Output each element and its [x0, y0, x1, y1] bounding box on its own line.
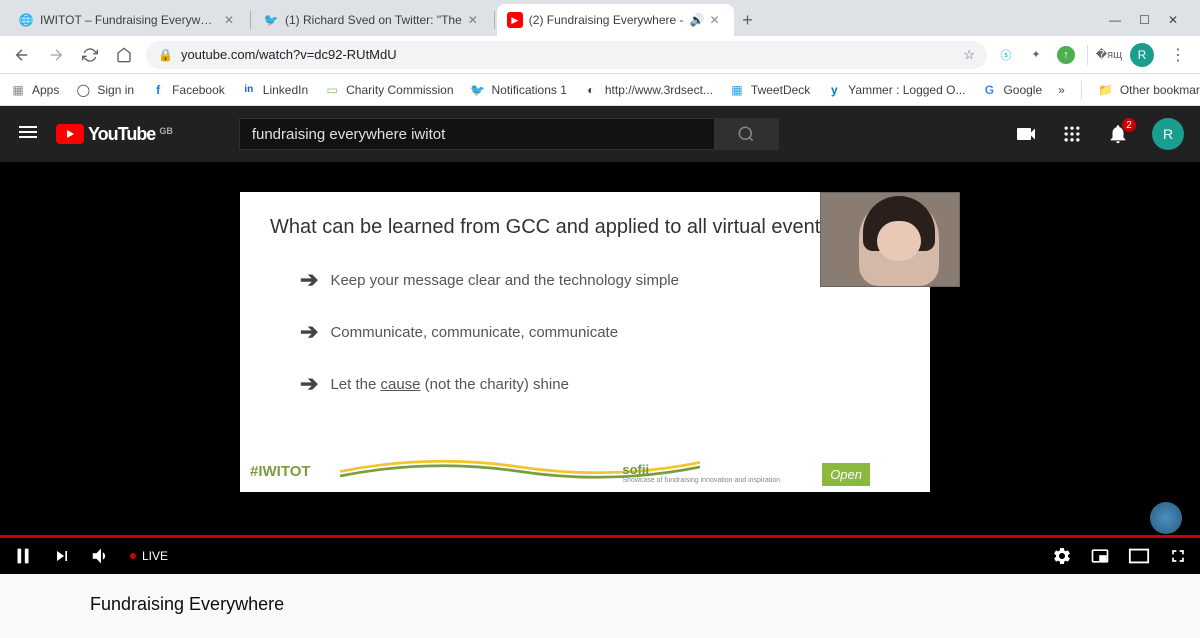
arrow-icon: ➔ [300, 371, 318, 397]
search-input[interactable] [239, 118, 715, 150]
close-icon[interactable]: ✕ [468, 13, 482, 27]
twitter-icon: 🐦 [263, 12, 279, 28]
bookmark-google[interactable]: GGoogle [981, 82, 1042, 98]
url-text: youtube.com/watch?v=dc92-RUtMdU [181, 47, 397, 62]
slide-bullet: ➔Let the cause (not the charity) shine [300, 371, 900, 397]
close-window-button[interactable]: ✕ [1168, 13, 1178, 27]
presenter-webcam [820, 192, 960, 287]
reload-button[interactable] [78, 43, 102, 67]
youtube-icon: ▶ [507, 12, 523, 28]
star-icon[interactable]: ☆ [963, 47, 975, 63]
maximize-button[interactable]: ☐ [1139, 13, 1150, 27]
next-button[interactable] [52, 546, 72, 566]
address-bar: 🔒 youtube.com/watch?v=dc92-RUtMdU ☆ ⓢ ✦ … [0, 36, 1200, 74]
other-bookmarks[interactable]: 📁Other bookmarks [1098, 82, 1200, 98]
miniplayer-button[interactable] [1090, 546, 1110, 566]
browser-tab-iwitot[interactable]: 🌐 IWITOT – Fundraising Everywhere ✕ [8, 4, 248, 36]
hashtag: #IWITOT [250, 463, 311, 480]
arrow-icon: ➔ [300, 267, 318, 293]
open-logo: Open [822, 463, 870, 486]
slide-bullet: ➔Communicate, communicate, communicate [300, 319, 900, 345]
facebook-icon: f [150, 82, 166, 98]
minimize-button[interactable]: — [1109, 13, 1121, 27]
player-controls: LIVE [0, 538, 1200, 574]
search-button[interactable] [715, 118, 779, 150]
tab-title: (1) Richard Sved on Twitter: "The [285, 13, 462, 27]
linkedin-icon: in [241, 82, 257, 98]
tab-strip: 🌐 IWITOT – Fundraising Everywhere ✕ 🐦 (1… [0, 0, 1200, 36]
home-button[interactable] [112, 43, 136, 67]
settings-button[interactable] [1052, 546, 1072, 566]
notification-badge: 2 [1122, 118, 1136, 132]
tab-title: (2) Fundraising Everywhere - [529, 13, 684, 27]
bookmark-charity[interactable]: ▭Charity Commission [324, 82, 453, 98]
bookmark-facebook[interactable]: fFacebook [150, 82, 225, 98]
extension-icon-green[interactable]: ↑ [1057, 46, 1075, 64]
bookmark-linkedin[interactable]: inLinkedIn [241, 82, 308, 98]
notifications-button[interactable]: 2 [1106, 122, 1130, 146]
slide-bullet: ➔Keep your message clear and the technol… [300, 267, 900, 293]
lock-icon: 🔒 [158, 48, 173, 62]
video-title: Fundraising Everywhere [90, 594, 284, 618]
bookmark-notifications[interactable]: 🐦Notifications 1 [470, 82, 567, 98]
create-button[interactable] [1014, 122, 1038, 146]
live-indicator[interactable]: LIVE [130, 549, 168, 563]
channel-watermark[interactable] [1150, 502, 1182, 534]
apps-grid-button[interactable] [1060, 122, 1084, 146]
extension-icon[interactable]: ✦ [1027, 46, 1045, 64]
video-info: Fundraising Everywhere [0, 574, 1200, 638]
pause-button[interactable] [12, 545, 34, 567]
menu-button[interactable]: ⋮ [1166, 43, 1190, 67]
new-tab-button[interactable]: + [734, 6, 762, 34]
close-icon[interactable]: ✕ [224, 13, 238, 27]
youtube-wordmark: YouTube [88, 124, 155, 145]
region-label: GB [159, 126, 173, 136]
profile-avatar[interactable]: R [1130, 43, 1154, 67]
tweetdeck-icon: ▦ [729, 82, 745, 98]
audio-icon[interactable]: 🔊 [690, 13, 704, 27]
apps-icon: ▦ [10, 82, 26, 98]
youtube-header: YouTube GB 2 R [0, 106, 1200, 162]
live-dot-icon [130, 553, 136, 559]
browser-tab-youtube[interactable]: ▶ (2) Fundraising Everywhere - 🔊 ✕ [497, 4, 734, 36]
arrow-icon: ➔ [300, 319, 318, 345]
play-icon [56, 124, 84, 144]
tab-title: IWITOT – Fundraising Everywhere [40, 13, 218, 27]
bookmark-apps[interactable]: ▦Apps [10, 82, 59, 98]
video-player[interactable]: What can be learned from GCC and applied… [0, 162, 1200, 574]
search-form [239, 118, 779, 150]
bookmark-yammer[interactable]: yYammer : Logged O... [826, 82, 965, 98]
forward-button[interactable] [44, 43, 68, 67]
url-field[interactable]: 🔒 youtube.com/watch?v=dc92-RUtMdU ☆ [146, 41, 987, 69]
close-icon[interactable]: ✕ [710, 13, 724, 27]
bookmarks-overflow[interactable]: » [1058, 83, 1065, 97]
reading-list-icon[interactable]: �ящ [1100, 46, 1118, 64]
skype-icon[interactable]: ⓢ [997, 46, 1015, 64]
sofii-logo: sofiiShowcase of fundraising innovation … [622, 462, 780, 484]
bookmarks-bar: ▦Apps ◯Sign in fFacebook inLinkedIn ▭Cha… [0, 74, 1200, 106]
theater-button[interactable] [1128, 547, 1150, 565]
circle-icon: ◯ [75, 82, 91, 98]
globe-icon: ◐ [583, 82, 599, 98]
twitter-icon: 🐦 [470, 82, 486, 98]
youtube-logo[interactable]: YouTube GB [56, 124, 173, 145]
slide-heading: What can be learned from GCC and applied… [270, 216, 900, 239]
account-avatar[interactable]: R [1152, 118, 1184, 150]
google-icon: G [981, 82, 997, 98]
folder-icon: 📁 [1098, 82, 1114, 98]
volume-button[interactable] [90, 545, 112, 567]
browser-tab-twitter[interactable]: 🐦 (1) Richard Sved on Twitter: "The ✕ [253, 4, 492, 36]
back-button[interactable] [10, 43, 34, 67]
hamburger-menu[interactable] [16, 120, 40, 149]
bookmark-signin[interactable]: ◯Sign in [75, 82, 134, 98]
bookmark-3rdsect[interactable]: ◐http://www.3rdsect... [583, 82, 713, 98]
yammer-icon: y [826, 82, 842, 98]
globe-icon: 🌐 [18, 12, 34, 28]
badge-icon: ▭ [324, 82, 340, 98]
fullscreen-button[interactable] [1168, 546, 1188, 566]
bookmark-tweetdeck[interactable]: ▦TweetDeck [729, 82, 810, 98]
